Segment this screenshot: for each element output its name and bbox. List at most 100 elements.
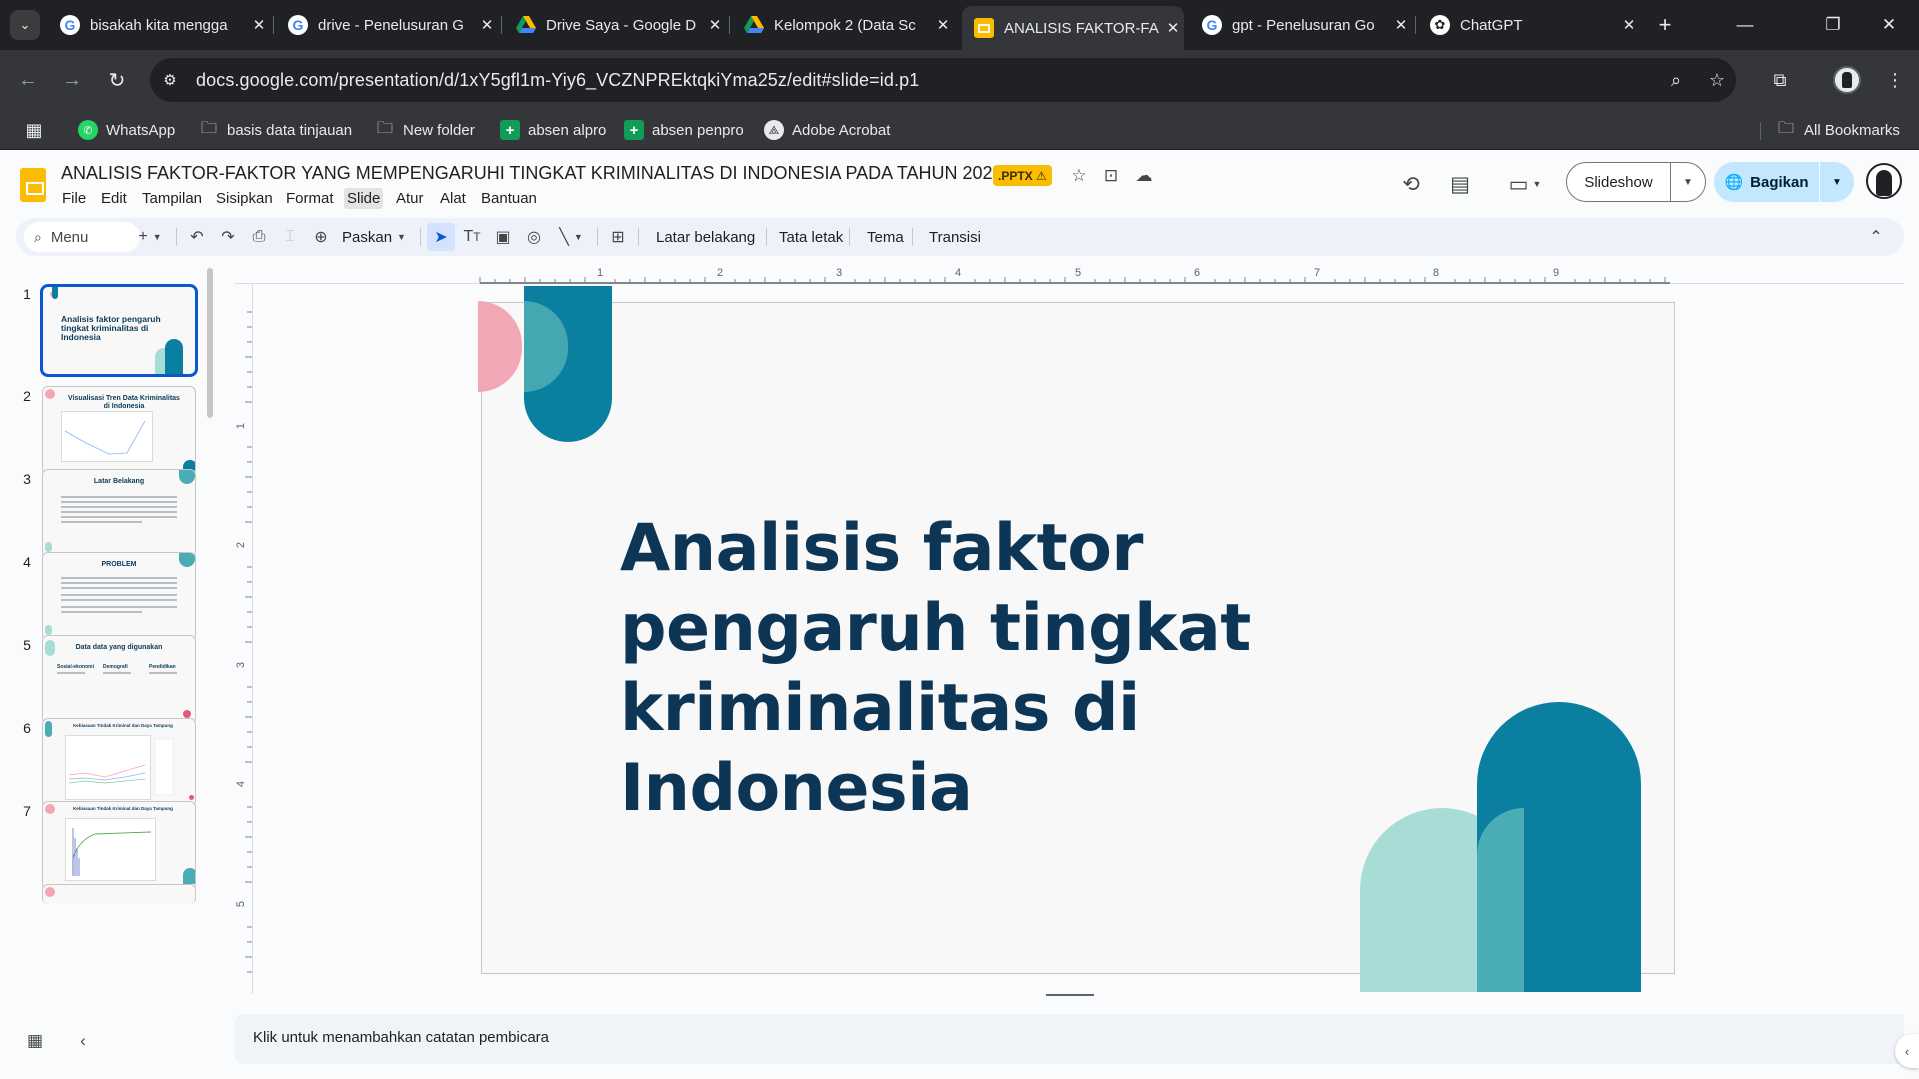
browser-tab[interactable]: Drive Saya - Google D ✕ <box>504 8 726 42</box>
browser-tab[interactable]: G gpt - Penelusuran Go ✕ <box>1190 8 1412 42</box>
menu-arrange[interactable]: Atur <box>393 188 427 209</box>
slide-thumbnail-3[interactable]: Latar Belakang <box>42 469 196 558</box>
star-icon[interactable]: ☆ <box>1067 164 1091 188</box>
bookmark-absen-alpro[interactable]: + absen alpro <box>500 118 606 142</box>
share-button[interactable]: 🌐 Bagikan ▼ <box>1714 162 1854 202</box>
pink-half-circle-shape[interactable] <box>478 301 522 392</box>
all-bookmarks-button[interactable]: 🗀 All Bookmarks <box>1776 118 1900 142</box>
slide-canvas[interactable]: Analisis faktor pengaruh tingkat krimina… <box>478 286 1675 992</box>
new-slide-button[interactable]: + ▼ <box>130 223 170 251</box>
menu-view[interactable]: Tampilan <box>139 188 205 209</box>
layout-button[interactable]: Tata letak <box>779 223 843 251</box>
chevron-up-icon[interactable]: ⌃ <box>1862 223 1890 251</box>
restore-button[interactable]: ❐ <box>1803 0 1863 50</box>
browser-profile-avatar[interactable] <box>1833 66 1861 94</box>
menu-file[interactable]: File <box>59 188 89 209</box>
browser-tab-active[interactable]: ANALISIS FAKTOR-FA ✕ <box>962 6 1184 50</box>
text-box-icon[interactable]: TT <box>458 223 486 251</box>
redo-icon[interactable]: ↷ <box>214 223 242 251</box>
search-menus-button[interactable]: ⌕ Menu <box>24 222 140 252</box>
google-slides-logo[interactable] <box>20 168 46 202</box>
slide-thumbnail-5[interactable]: Data data yang digunakan Sosial-ekonomi … <box>42 635 196 724</box>
background-button[interactable]: Latar belakang <box>656 223 755 251</box>
add-comment-icon[interactable]: ⊞ <box>604 223 632 251</box>
shape-icon[interactable]: ◎ <box>520 223 548 251</box>
select-cursor-icon[interactable]: ➤ <box>427 223 455 251</box>
paint-format-icon[interactable]: ⌶ <box>276 223 304 251</box>
close-icon[interactable]: ✕ <box>1162 19 1184 37</box>
bookmark-absen-penpro[interactable]: + absen penpro <box>624 118 744 142</box>
line-icon[interactable]: ╲ ▼ <box>551 223 591 251</box>
move-folder-icon[interactable]: ⊡ <box>1099 164 1123 188</box>
zoom-icon[interactable]: ⌕ <box>1664 68 1688 92</box>
close-icon[interactable]: ✕ <box>1390 16 1412 34</box>
more-options-icon[interactable]: ⋮ <box>1879 64 1911 96</box>
site-info-icon[interactable]: ⚙ <box>160 70 180 90</box>
document-title[interactable]: ANALISIS FAKTOR-FAKTOR YANG MEMPENGARUHI… <box>61 163 1043 184</box>
browser-tab[interactable]: G bisakah kita mengga ✕ <box>48 8 270 42</box>
browser-tab[interactable]: ✿ ChatGPT ✕ <box>1418 8 1640 42</box>
caret-down-icon[interactable]: ▼ <box>1671 163 1705 201</box>
menu-slide[interactable]: Slide <box>344 188 384 209</box>
slide-thumbnail-7[interactable]: Kebiasaan Tindak Kriminal dan Daya Tampu… <box>42 801 196 890</box>
close-icon[interactable]: ✕ <box>932 16 954 34</box>
omnibox[interactable]: ⚙ docs.google.com/presentation/d/1xY5gfl… <box>150 58 1736 102</box>
browser-tab[interactable]: Kelompok 2 (Data Sc ✕ <box>732 8 954 42</box>
cloud-status-icon[interactable]: ☁ <box>1132 164 1156 188</box>
menu-tools[interactable]: Alat <box>437 188 469 209</box>
meet-icon[interactable]: ▭ ▼ <box>1500 166 1550 202</box>
back-button[interactable]: ← <box>12 64 44 96</box>
bookmark-new-folder[interactable]: 🗀 New folder <box>375 118 475 142</box>
grid-view-icon[interactable]: ▦ <box>22 1028 48 1054</box>
bookmark-whatsapp[interactable]: ✆ WhatsApp <box>78 118 175 142</box>
print-icon[interactable]: ⎙ <box>245 223 273 251</box>
slide-thumbnail-6[interactable]: Kebiasaan Tindak Kriminal dan Daya Tampu… <box>42 718 196 807</box>
undo-icon[interactable]: ↶ <box>183 223 211 251</box>
zoom-icon[interactable]: ⊕ <box>307 223 335 251</box>
version-history-icon[interactable]: ⟲ <box>1393 166 1429 202</box>
horizontal-ruler[interactable]: 1 2 3 4 5 6 7 8 9 <box>235 266 1904 284</box>
speaker-notes[interactable]: Klik untuk menambahkan catatan pembicara <box>235 1014 1904 1064</box>
menu-insert[interactable]: Sisipkan <box>213 188 276 209</box>
tab-search-button[interactable]: ⌄ <box>10 10 40 40</box>
file-format-badge[interactable]: .PPTX ⚠ <box>993 165 1052 186</box>
slideshow-label[interactable]: Slideshow <box>1567 163 1671 201</box>
slide-thumbnail-4[interactable]: PROBLEM <box>42 552 196 641</box>
menu-edit[interactable]: Edit <box>98 188 130 209</box>
chevron-left-icon[interactable]: ‹ <box>70 1028 96 1054</box>
close-icon[interactable]: ✕ <box>476 16 498 34</box>
image-icon[interactable]: ▣ <box>489 223 517 251</box>
speaker-notes-placeholder[interactable]: Klik untuk menambahkan catatan pembicara <box>253 1029 549 1046</box>
close-icon[interactable]: ✕ <box>704 16 726 34</box>
menu-format[interactable]: Format <box>283 188 337 209</box>
transition-button[interactable]: Transisi <box>929 223 981 251</box>
new-tab-button[interactable]: + <box>1650 10 1680 40</box>
bookmark-basis-data[interactable]: 🗀 basis data tinjauan <box>199 118 352 142</box>
caret-down-icon[interactable]: ▼ <box>1820 162 1854 202</box>
close-icon[interactable]: ✕ <box>1618 16 1640 34</box>
theme-button[interactable]: Tema <box>867 223 904 251</box>
extensions-icon[interactable]: ⧉ <box>1764 64 1796 96</box>
zoom-select[interactable]: Paskan ▼ <box>342 223 406 251</box>
account-avatar[interactable] <box>1866 163 1902 199</box>
minimize-button[interactable]: — <box>1715 0 1775 50</box>
star-icon[interactable]: ☆ <box>1705 68 1729 92</box>
close-icon[interactable]: ✕ <box>248 16 270 34</box>
share-label[interactable]: 🌐 Bagikan <box>1714 162 1820 202</box>
canvas-resize-handle[interactable] <box>1046 994 1094 996</box>
slide-thumbnail-2[interactable]: Visualisasi Tren Data Kriminalitas di In… <box>42 386 196 475</box>
apps-grid-icon[interactable]: ▦ <box>22 118 46 142</box>
slide-thumbnail-1[interactable]: Analisis faktor pengaruh tingkat krimina… <box>40 284 198 377</box>
filmstrip-scrollbar[interactable] <box>207 268 213 418</box>
slideshow-button[interactable]: Slideshow ▼ <box>1566 162 1706 202</box>
comments-icon[interactable]: ▤ <box>1442 166 1478 202</box>
close-window-button[interactable]: ✕ <box>1859 0 1919 50</box>
bookmark-adobe-acrobat[interactable]: ⟁ Adobe Acrobat <box>764 118 890 142</box>
reload-button[interactable]: ↻ <box>101 64 133 96</box>
url-text[interactable]: docs.google.com/presentation/d/1xY5gfl1m… <box>196 70 919 91</box>
browser-tab[interactable]: G drive - Penelusuran G ✕ <box>276 8 498 42</box>
slide-thumbnail-8[interactable] <box>42 884 196 904</box>
slide-title[interactable]: Analisis faktor pengaruh tingkat krimina… <box>620 509 1500 829</box>
vertical-ruler[interactable]: 1 2 3 4 5 <box>235 284 253 994</box>
forward-button[interactable]: → <box>56 64 88 96</box>
